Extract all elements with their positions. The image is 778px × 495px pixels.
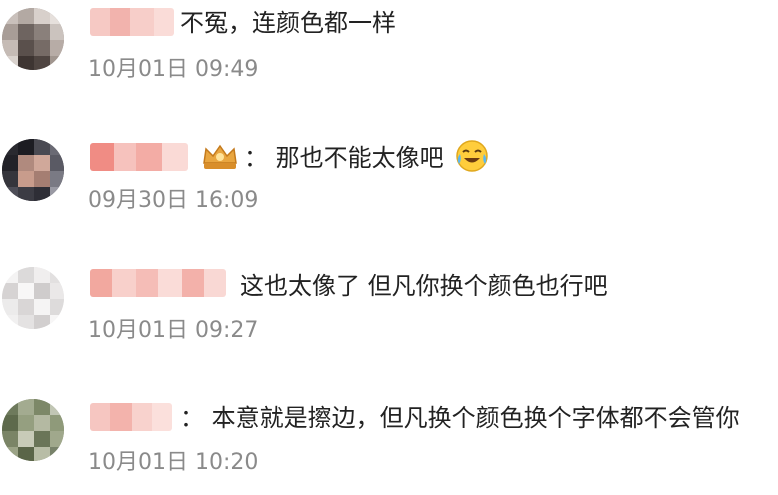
username-blurred[interactable] <box>90 8 174 36</box>
comment-text: ： 那也不能太像吧 <box>244 140 489 173</box>
avatar[interactable] <box>2 8 64 70</box>
comment-text-content: ： 那也不能太像吧 <box>244 144 444 172</box>
avatar[interactable] <box>2 267 64 329</box>
crown-badge-icon <box>203 144 237 169</box>
comment-item: ： 那也不能太像吧 09月30日 16:09 <box>0 125 778 235</box>
username-blurred[interactable] <box>90 403 172 431</box>
username-blurred[interactable] <box>90 143 188 171</box>
comment-text: 这也太像了 但凡你换个颜色也行吧 <box>240 272 608 300</box>
timestamp: 10月01日 09:49 <box>88 57 259 82</box>
comment-item: 不冤，连颜色都一样 10月01日 09:49 <box>0 0 778 110</box>
username-blurred[interactable] <box>90 269 226 297</box>
avatar[interactable] <box>2 139 64 201</box>
comment-text: ： 本意就是擦边，但凡换个颜色换个字体都不会管你 <box>180 404 740 432</box>
timestamp: 09月30日 16:09 <box>88 188 259 213</box>
comment-item: 这也太像了 但凡你换个颜色也行吧 10月01日 09:27 <box>0 255 778 365</box>
comment-item: ： 本意就是擦边，但凡换个颜色换个字体都不会管你 10月01日 10:20 <box>0 385 778 495</box>
crying-laughing-emoji <box>456 140 489 172</box>
avatar[interactable] <box>2 399 64 461</box>
timestamp: 10月01日 09:27 <box>88 318 259 343</box>
timestamp: 10月01日 10:20 <box>88 450 259 475</box>
comment-text: 不冤，连颜色都一样 <box>180 9 396 37</box>
